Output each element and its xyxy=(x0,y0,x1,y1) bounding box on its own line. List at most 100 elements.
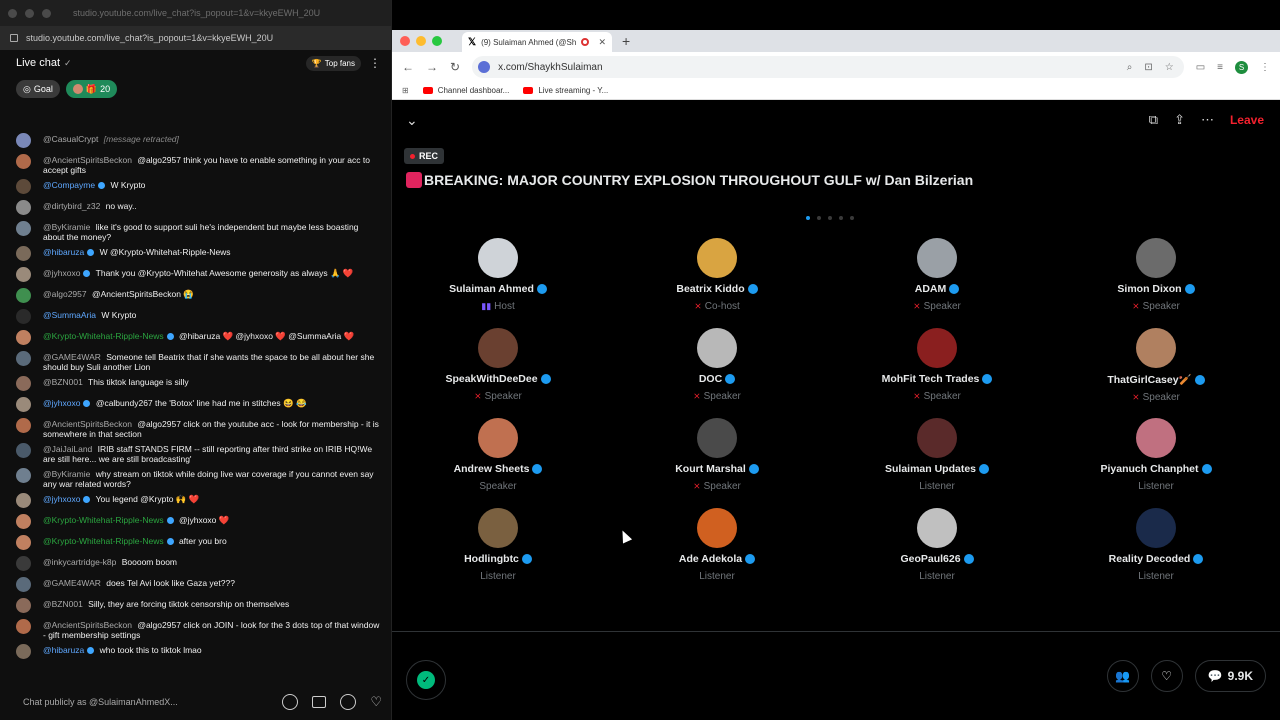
chat-author[interactable]: @BZN001 xyxy=(43,377,83,387)
sidepanel-icon[interactable]: ▭ xyxy=(1196,62,1205,73)
avatar[interactable] xyxy=(16,246,31,261)
share-icon[interactable]: ⇪ xyxy=(1174,112,1185,128)
avatar[interactable] xyxy=(478,508,518,548)
people-icon[interactable]: 👥 xyxy=(1106,660,1139,692)
participant-card[interactable]: Hodlingbtc Listener xyxy=(398,508,598,582)
chat-author[interactable]: @algo2957 xyxy=(43,289,87,299)
chat-author[interactable]: @dirtybird_z32 xyxy=(43,201,100,211)
avatar[interactable] xyxy=(16,577,31,592)
avatar[interactable] xyxy=(16,468,31,483)
avatar[interactable] xyxy=(697,328,737,368)
chat-message[interactable]: @jyhxoxo @calbundy267 the 'Botox' line h… xyxy=(0,394,392,415)
chat-message[interactable]: @Krypto-Whitehat-Ripple-News @hibaruza ❤… xyxy=(0,327,392,348)
goal-chip[interactable]: ◎ Goal xyxy=(16,80,60,98)
participant-card[interactable]: MohFit Tech Trades ⨯ Speaker xyxy=(837,328,1037,402)
avatar[interactable] xyxy=(16,418,31,433)
tab-x-profile[interactable]: 𝕏 (9) Sulaiman Ahmed (@Sh ✕ xyxy=(462,32,612,52)
avatar[interactable] xyxy=(478,238,518,278)
avatar[interactable] xyxy=(16,309,31,324)
emoji-icon[interactable] xyxy=(282,694,299,710)
chat-message[interactable]: @hibaruza W @Krypto-Whitehat-Ripple-News xyxy=(0,243,392,264)
chat-message[interactable]: @Krypto-Whitehat-Ripple-News @jyhxoxo ❤️ xyxy=(0,511,392,532)
zoom-icon[interactable]: ⌕ xyxy=(1127,62,1133,73)
avatar[interactable] xyxy=(16,493,31,508)
participant-card[interactable]: Sulaiman Updates Listener xyxy=(837,418,1037,492)
chat-author[interactable]: @GAME4WAR xyxy=(43,578,101,588)
back-icon[interactable]: ← xyxy=(402,60,414,74)
close-window-button[interactable] xyxy=(400,36,410,46)
participant-card[interactable]: Beatrix Kiddo ⨯ Co-host xyxy=(617,238,817,312)
chat-author[interactable]: @AncientSpiritsBeckon xyxy=(43,620,132,630)
avatar[interactable] xyxy=(1136,418,1176,458)
chat-author[interactable]: @BZN001 xyxy=(43,599,83,609)
minimize-window-button[interactable] xyxy=(25,8,34,18)
chat-message[interactable]: @ByKiramie like it's good to support sul… xyxy=(0,218,392,243)
zoom-window-button[interactable] xyxy=(42,8,51,18)
chat-author[interactable]: @ByKiramie xyxy=(43,222,90,232)
chat-message[interactable]: @AncientSpiritsBeckon @algo2957 click on… xyxy=(0,616,392,641)
add-icon[interactable] xyxy=(340,694,357,710)
avatar[interactable] xyxy=(478,328,518,368)
request-mic-button[interactable]: ✓ xyxy=(406,660,446,700)
chat-author[interactable]: @Krypto-Whitehat-Ripple-News xyxy=(43,331,164,341)
avatar[interactable] xyxy=(16,200,31,215)
bookmark-star-icon[interactable]: ☆ xyxy=(1165,62,1174,73)
chat-message[interactable]: @Krypto-Whitehat-Ripple-News after you b… xyxy=(0,532,392,553)
avatar[interactable] xyxy=(917,238,957,278)
avatar[interactable] xyxy=(16,133,31,148)
chat-message[interactable]: @SummaAria W Krypto xyxy=(0,306,392,327)
leave-button[interactable]: Leave xyxy=(1230,113,1264,127)
chat-message[interactable]: @jyhxoxo Thank you @Krypto-Whitehat Awes… xyxy=(0,264,392,285)
participant-card[interactable]: Andrew Sheets Speaker xyxy=(398,418,598,492)
menu-icon[interactable]: ⋮ xyxy=(1260,62,1270,73)
listener-count-button[interactable]: 💬 9.9K xyxy=(1194,660,1266,692)
chat-message[interactable]: @AncientSpiritsBeckon @algo2957 think yo… xyxy=(0,151,392,176)
avatar[interactable] xyxy=(697,508,737,548)
chat-message-list[interactable]: @CasualCrypt [message retracted] @Ancient… xyxy=(0,130,392,680)
avatar[interactable] xyxy=(16,443,31,458)
clip-icon[interactable]: ⧉ xyxy=(1149,112,1158,128)
participant-card[interactable]: DOC ⨯ Speaker xyxy=(617,328,817,402)
bookmark-live-streaming[interactable]: Live streaming - Y... xyxy=(523,86,608,95)
avatar[interactable] xyxy=(1136,238,1176,278)
chat-message[interactable]: @BZN001 This tiktok language is silly xyxy=(0,373,392,394)
avatar[interactable] xyxy=(697,418,737,458)
avatar[interactable] xyxy=(697,238,737,278)
more-icon[interactable]: ⋯ xyxy=(1201,112,1214,128)
bookmark-channel-dashboard[interactable]: Channel dashboar... xyxy=(422,86,509,95)
page-indicator[interactable] xyxy=(806,216,854,220)
chat-message[interactable]: @CasualCrypt [message retracted] xyxy=(0,130,392,151)
collapse-chevron-icon[interactable]: ⌄ xyxy=(406,112,418,129)
site-info-icon[interactable] xyxy=(478,61,491,73)
participant-card[interactable]: SpeakWithDeeDee ⨯ Speaker xyxy=(398,328,598,402)
avatar[interactable] xyxy=(16,397,31,412)
participant-card[interactable]: ThatGirlCasey🏏 ⨯ Speaker xyxy=(1056,328,1256,403)
participant-card[interactable]: GeoPaul626 Listener xyxy=(837,508,1037,582)
avatar[interactable] xyxy=(16,535,31,550)
react-heart-icon[interactable]: ♡ xyxy=(1150,660,1183,692)
chat-author[interactable]: @AncientSpiritsBeckon xyxy=(43,155,132,165)
avatar[interactable] xyxy=(16,644,31,659)
close-tab-icon[interactable]: ✕ xyxy=(598,37,606,48)
avatar[interactable] xyxy=(16,351,31,366)
chat-author[interactable]: @JaiJaiLand xyxy=(43,444,92,454)
heart-icon[interactable]: ♡ xyxy=(370,694,382,710)
extensions-icon[interactable]: ≡ xyxy=(1217,62,1223,73)
avatar[interactable] xyxy=(1136,328,1176,368)
chat-message[interactable]: @BZN001 Silly, they are forcing tiktok c… xyxy=(0,595,392,616)
chat-message[interactable]: @JaiJaiLand IRIB staff STANDS FIRM -- st… xyxy=(0,440,392,465)
new-tab-button[interactable]: + xyxy=(622,33,630,49)
avatar[interactable] xyxy=(16,556,31,571)
chat-message[interactable]: @ByKiramie why stream on tiktok while do… xyxy=(0,465,392,490)
participant-card[interactable]: Ade Adekola Listener xyxy=(617,508,817,582)
chat-author[interactable]: @jyhxoxo xyxy=(43,268,80,278)
top-fans-button[interactable]: 🏆 Top fans xyxy=(305,55,361,71)
zoom-window-button[interactable] xyxy=(432,36,442,46)
chat-author[interactable]: @SummaAria xyxy=(43,310,96,320)
avatar[interactable] xyxy=(478,418,518,458)
chat-message[interactable]: @Compayme W Krypto xyxy=(0,176,392,197)
participant-card[interactable]: ADAM ⨯ Speaker xyxy=(837,238,1037,312)
fans-chip[interactable]: 🎁 20 xyxy=(65,80,118,98)
live-chat-title[interactable]: Live chat ✓ xyxy=(16,57,72,69)
avatar[interactable] xyxy=(16,179,31,194)
